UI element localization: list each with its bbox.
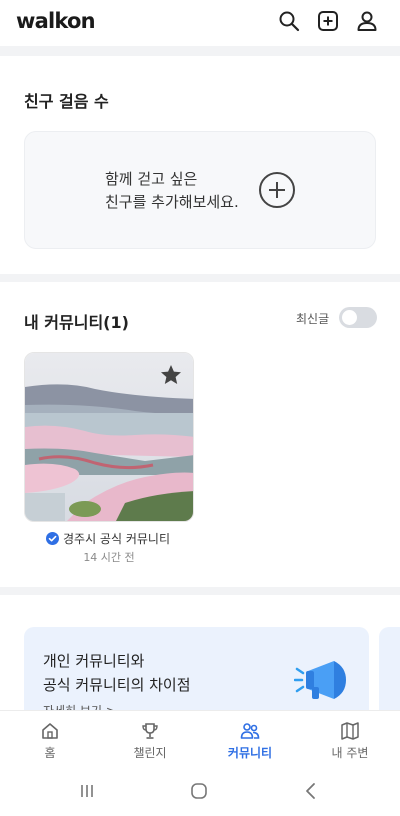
recent-apps-icon[interactable]	[77, 781, 97, 801]
divider	[0, 587, 400, 595]
map-icon	[341, 722, 359, 740]
my-community-title: 내 커뮤니티(1)	[24, 313, 129, 332]
community-card[interactable]	[24, 352, 194, 522]
add-friend-card[interactable]: 함께 걷고 싶은 친구를 추가해보세요.	[24, 131, 376, 249]
favorite-star-icon[interactable]	[159, 363, 183, 387]
banner-line1: 개인 커뮤니티와	[43, 652, 145, 670]
home-button-icon[interactable]	[189, 781, 209, 801]
divider	[0, 46, 400, 56]
tab-challenge[interactable]: 챌린지	[100, 711, 200, 767]
community-name-row: 경주시 공식 커뮤니티	[46, 530, 170, 546]
home-icon	[42, 723, 58, 739]
tab-community[interactable]: 커뮤니티	[200, 711, 300, 767]
latest-posts-toggle[interactable]	[339, 307, 377, 328]
people-icon	[240, 723, 260, 739]
profile-icon[interactable]	[356, 10, 378, 32]
back-icon[interactable]	[301, 781, 321, 801]
add-square-icon[interactable]	[317, 10, 339, 32]
trophy-icon	[142, 723, 158, 739]
divider	[0, 274, 400, 282]
add-friend-message: 함께 걷고 싶은 친구를 추가해보세요.	[105, 168, 239, 214]
tab-challenge-label: 챌린지	[133, 746, 167, 760]
add-friend-plus-icon[interactable]	[258, 171, 296, 209]
app-logo: walkon	[16, 9, 96, 33]
community-name[interactable]: 경주시 공식 커뮤니티	[63, 530, 170, 547]
tab-nearby[interactable]: 내 주변	[300, 711, 400, 767]
bottom-tab-bar: 홈 챌린지 커뮤니티 내 주변	[0, 710, 400, 766]
search-icon[interactable]	[278, 10, 300, 32]
latest-posts-label: 최신글	[296, 312, 330, 326]
verified-badge-icon	[46, 531, 59, 545]
community-time: 14 시간 전	[83, 551, 135, 564]
megaphone-icon	[294, 661, 346, 699]
tab-home[interactable]: 홈	[0, 711, 100, 767]
add-friend-line1: 함께 걷고 싶은	[105, 170, 198, 188]
tab-home-label: 홈	[44, 746, 56, 760]
friend-steps-title: 친구 걸음 수	[24, 92, 109, 111]
system-nav-bar	[0, 766, 400, 816]
toggle-knob	[342, 310, 357, 325]
app-header: walkon	[0, 0, 400, 46]
tab-community-label: 커뮤니티	[227, 746, 273, 760]
tab-nearby-label: 내 주변	[331, 746, 369, 760]
banner-line2: 공식 커뮤니티의 차이점	[43, 676, 191, 694]
add-friend-line2: 친구를 추가해보세요.	[105, 193, 239, 211]
